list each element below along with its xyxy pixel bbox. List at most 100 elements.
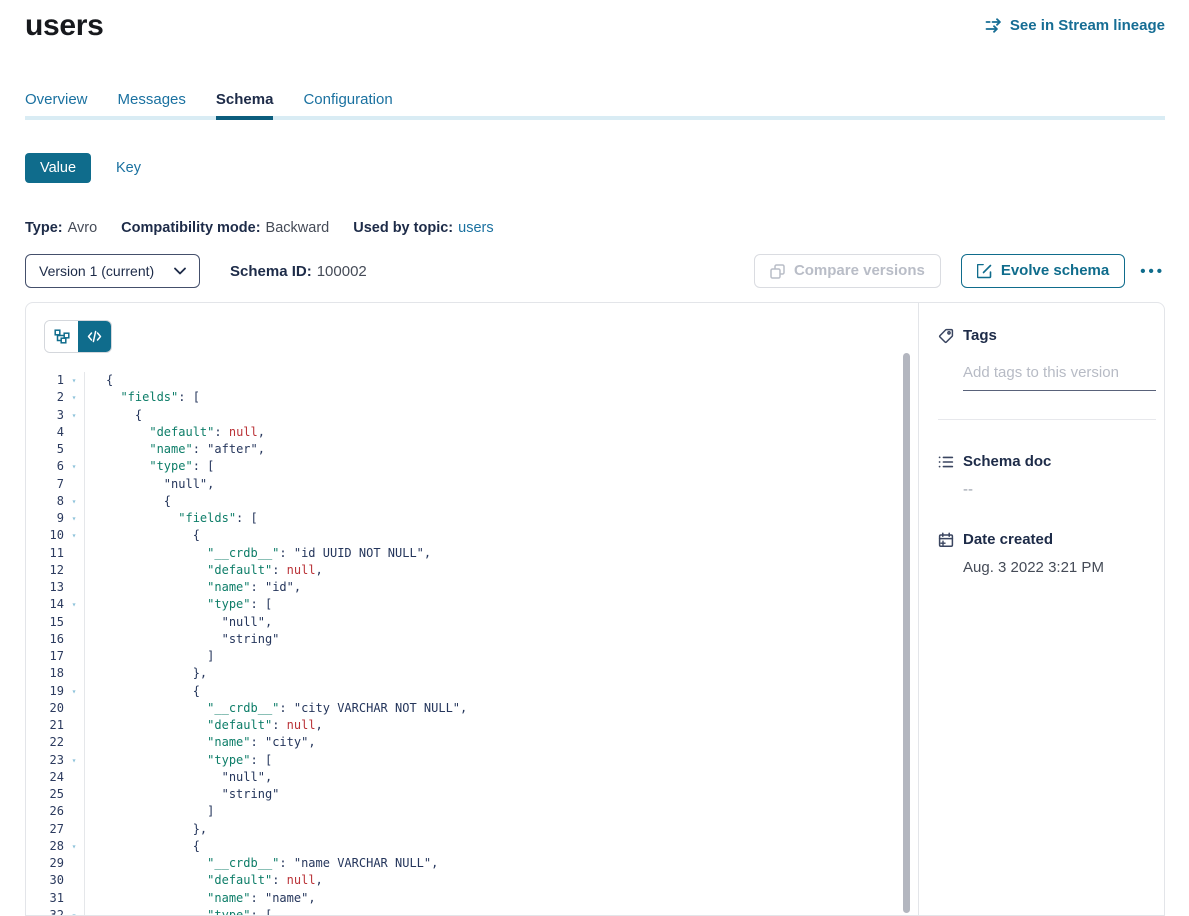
schema-id-label: Schema ID: <box>230 263 312 280</box>
tab-messages[interactable]: Messages <box>118 91 186 120</box>
schema-id-value: 100002 <box>317 263 367 280</box>
code-line: 12 "default": null, <box>26 562 918 579</box>
schema-id: Schema ID: 100002 <box>230 263 367 280</box>
editor-scrollbar[interactable] <box>903 353 910 915</box>
line-number: 30 <box>26 872 64 889</box>
code-line: 2▾ "fields": [ <box>26 389 918 406</box>
code-line: 23▾ "type": [ <box>26 752 918 769</box>
fold-arrow-icon[interactable]: ▾ <box>64 596 85 613</box>
code-text: "__crdb__": "id UUID NOT NULL", <box>85 545 431 562</box>
line-number: 25 <box>26 786 64 803</box>
version-select[interactable]: Version 1 (current) <box>25 254 200 288</box>
code-text: "type": [ <box>85 596 272 613</box>
fold-arrow-icon[interactable]: ▾ <box>64 510 85 527</box>
line-number: 16 <box>26 631 64 648</box>
used-by-topic-link[interactable]: users <box>458 220 493 236</box>
value-key-toggle: Value Key <box>25 153 1165 183</box>
fold-gutter <box>64 734 85 751</box>
code-line: 19▾ { <box>26 683 918 700</box>
fold-arrow-icon[interactable]: ▾ <box>64 372 85 389</box>
fold-arrow-icon[interactable]: ▾ <box>64 683 85 700</box>
tree-view-button[interactable] <box>45 321 78 352</box>
code-text: "fields": [ <box>85 389 200 406</box>
code-line: 28▾ { <box>26 838 918 855</box>
add-tags-input[interactable] <box>963 364 1156 391</box>
compatibility-mode-value: Backward <box>266 220 330 236</box>
fold-arrow-icon[interactable]: ▾ <box>64 493 85 510</box>
fold-gutter <box>64 424 85 441</box>
code-text: }, <box>85 665 207 682</box>
version-toolbar: Version 1 (current) Schema ID: 100002 Com… <box>25 254 1165 288</box>
compare-versions-button[interactable]: Compare versions <box>754 254 941 288</box>
schema-doc-value: -- <box>963 481 1156 498</box>
fold-gutter <box>64 700 85 717</box>
fold-arrow-icon[interactable]: ▾ <box>64 838 85 855</box>
sidebar-divider <box>938 419 1156 420</box>
code-line: 7 "null", <box>26 476 918 493</box>
tags-heading-label: Tags <box>963 327 997 344</box>
compatibility-mode-label: Compatibility mode: <box>121 220 260 236</box>
code-text: }, <box>85 821 207 838</box>
fold-arrow-icon[interactable]: ▾ <box>64 527 85 544</box>
fold-arrow-icon[interactable]: ▾ <box>64 458 85 475</box>
more-actions-button[interactable]: ••• <box>1140 263 1165 280</box>
line-number: 12 <box>26 562 64 579</box>
editor-scrollbar-thumb[interactable] <box>903 353 910 913</box>
code-view-button[interactable] <box>78 321 111 352</box>
schema-type-value: Avro <box>68 220 98 236</box>
code-line: 20 "__crdb__": "city VARCHAR NOT NULL", <box>26 700 918 717</box>
code-text: { <box>85 372 113 389</box>
fold-gutter <box>64 872 85 889</box>
tag-icon <box>938 328 954 344</box>
page-header: users See in Stream lineage <box>25 8 1165 44</box>
fold-arrow-icon[interactable]: ▾ <box>64 407 85 424</box>
line-number: 32 <box>26 907 64 915</box>
stream-lineage-label: See in Stream lineage <box>1010 17 1165 34</box>
line-number: 20 <box>26 700 64 717</box>
code-text: { <box>85 527 200 544</box>
schema-code-pane: 1▾{2▾ "fields": [3▾ {4 "default": null,5… <box>26 303 919 915</box>
editor-view-toggle <box>44 320 112 353</box>
evolve-schema-button[interactable]: Evolve schema <box>961 254 1125 288</box>
edit-icon <box>977 264 992 279</box>
code-line: 30 "default": null, <box>26 872 918 889</box>
fold-gutter <box>64 648 85 665</box>
fold-gutter <box>64 855 85 872</box>
tab-overview[interactable]: Overview <box>25 91 88 120</box>
code-text: "__crdb__": "name VARCHAR NULL", <box>85 855 438 872</box>
see-in-stream-lineage-link[interactable]: See in Stream lineage <box>985 17 1165 34</box>
code-text: "string" <box>85 631 279 648</box>
code-line: 29 "__crdb__": "name VARCHAR NULL", <box>26 855 918 872</box>
tab-schema[interactable]: Schema <box>216 91 274 120</box>
line-number: 8 <box>26 493 64 510</box>
compare-versions-icon <box>770 264 785 279</box>
code-text: ] <box>85 803 214 820</box>
tree-view-icon <box>54 329 70 344</box>
code-text: "name": "name", <box>85 890 316 907</box>
code-text: "default": null, <box>85 872 323 889</box>
date-created-value: Aug. 3 2022 3:21 PM <box>963 559 1156 576</box>
code-text: ] <box>85 648 214 665</box>
line-number: 3 <box>26 407 64 424</box>
code-line: 15 "null", <box>26 614 918 631</box>
fold-arrow-icon[interactable]: ▾ <box>64 752 85 769</box>
line-number: 9 <box>26 510 64 527</box>
fold-gutter <box>64 476 85 493</box>
code-line: 32▾ "type": [ <box>26 907 918 915</box>
line-number: 24 <box>26 769 64 786</box>
fold-gutter <box>64 890 85 907</box>
used-by-topic-label: Used by topic: <box>353 220 453 236</box>
fold-arrow-icon[interactable]: ▾ <box>64 907 85 915</box>
compatibility-mode: Compatibility mode: Backward <box>121 220 329 236</box>
value-tab-button[interactable]: Value <box>25 153 91 183</box>
schema-code-editor[interactable]: 1▾{2▾ "fields": [3▾ {4 "default": null,5… <box>26 372 918 915</box>
fold-arrow-icon[interactable]: ▾ <box>64 389 85 406</box>
line-number: 18 <box>26 665 64 682</box>
code-text: { <box>85 407 142 424</box>
line-number: 28 <box>26 838 64 855</box>
line-number: 31 <box>26 890 64 907</box>
line-number: 11 <box>26 545 64 562</box>
code-line: 11 "__crdb__": "id UUID NOT NULL", <box>26 545 918 562</box>
key-tab-button[interactable]: Key <box>116 160 141 176</box>
tab-configuration[interactable]: Configuration <box>303 91 392 120</box>
